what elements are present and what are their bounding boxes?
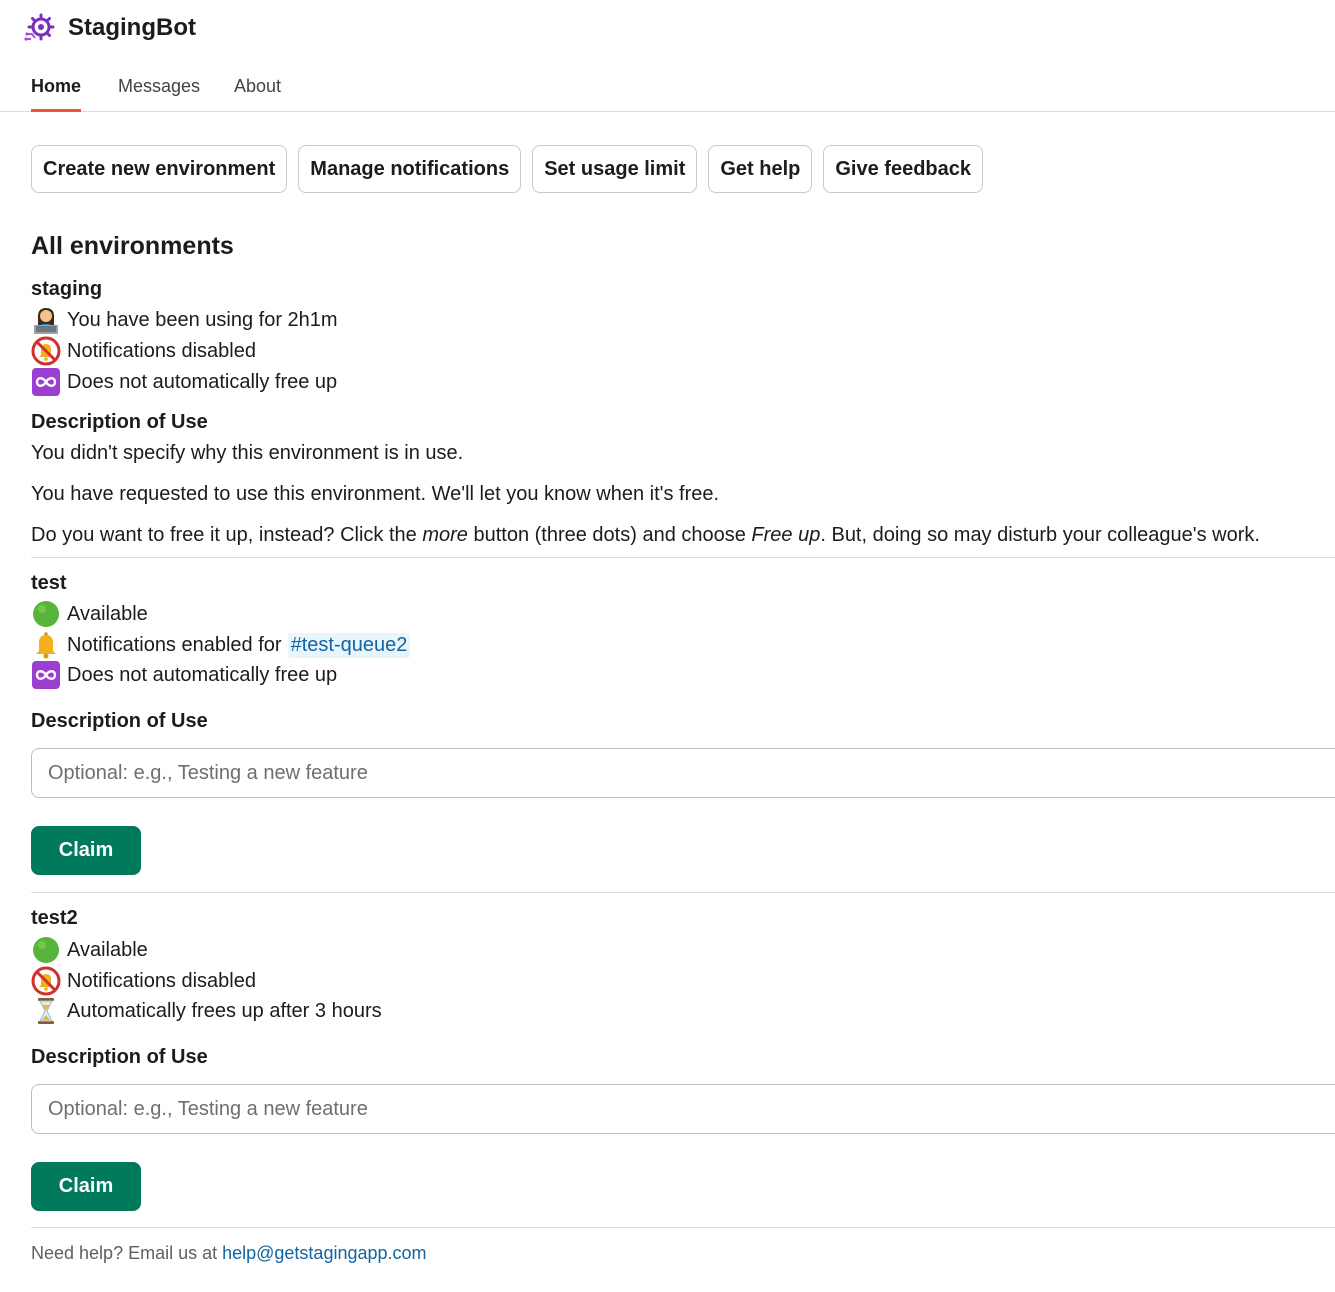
tab-bar: Home Messages About	[0, 70, 1335, 112]
status-text: Available	[67, 938, 148, 961]
status-text: Notifications disabled	[67, 339, 256, 362]
request-text: You have requested to use this environme…	[31, 483, 720, 505]
status-line: Available	[31, 935, 148, 965]
set-usage-limit-button[interactable]: Set usage limit	[532, 145, 698, 193]
status-text: Available	[67, 602, 148, 625]
create-environment-button[interactable]: Create new environment	[31, 145, 288, 193]
hourglass-icon	[31, 996, 61, 1026]
app-home-page: StagingBot Home Messages About Create ne…	[0, 0, 1335, 1292]
free-up-hint: Do you want to free it up, instead? Clic…	[31, 524, 1260, 547]
free-up-hint-text: Do you want to free it up, instead? Clic…	[31, 524, 423, 546]
more-emphasis: more	[422, 524, 468, 546]
claim-button[interactable]: Claim	[31, 826, 141, 875]
action-bar: Create new environment Manage notificati…	[31, 145, 983, 193]
environment-name: staging	[31, 278, 103, 300]
gear-bot-icon	[24, 13, 55, 41]
divider	[31, 892, 1335, 893]
free-up-hint-text: . But, doing so may disturb your colleag…	[820, 524, 1260, 546]
status-line: Automatically frees up after 3 hours	[31, 996, 382, 1026]
description-text: You didn't specify why this environment …	[31, 442, 464, 464]
support-email-link[interactable]: help@getstagingapp.com	[222, 1243, 426, 1263]
description-label: Description of Use	[31, 710, 208, 732]
status-text: Notifications disabled	[67, 969, 256, 992]
green-circle-icon	[31, 935, 61, 965]
app-title: StagingBot	[68, 14, 196, 41]
status-text: Does not automatically free up	[67, 370, 338, 393]
environment-name: test2	[31, 907, 78, 929]
infinity-icon	[31, 660, 61, 690]
bell-disabled-icon	[31, 966, 61, 996]
tab-about[interactable]: About	[234, 76, 281, 109]
give-feedback-button[interactable]: Give feedback	[823, 145, 983, 193]
claim-button[interactable]: Claim	[31, 1162, 141, 1211]
bell-disabled-icon	[31, 336, 61, 366]
person-at-laptop-icon	[31, 305, 61, 335]
status-text: Automatically frees up after 3 hours	[67, 999, 382, 1022]
divider	[31, 557, 1335, 558]
status-line: Notifications enabled for #test-queue2	[31, 630, 411, 660]
channel-link[interactable]: #test-queue2	[287, 632, 411, 658]
status-line: Does not automatically free up	[31, 660, 337, 690]
status-text: Notifications enabled for	[67, 633, 282, 656]
manage-notifications-button[interactable]: Manage notifications	[298, 145, 522, 193]
app-header: StagingBot	[24, 10, 196, 46]
description-label: Description of Use	[31, 411, 208, 433]
status-line: Notifications disabled	[31, 966, 256, 996]
free-up-hint-text: button (three dots) and choose	[467, 524, 752, 546]
bell-icon	[31, 630, 61, 660]
status-line: You have been using for 2h1m	[31, 305, 338, 335]
description-input[interactable]	[31, 748, 1335, 798]
footer-text: Need help? Email us at	[31, 1243, 223, 1263]
infinity-icon	[31, 367, 61, 397]
tab-messages[interactable]: Messages	[118, 76, 200, 109]
section-title: All environments	[31, 232, 234, 260]
status-line: Notifications disabled	[31, 336, 256, 366]
get-help-button[interactable]: Get help	[708, 145, 813, 193]
green-circle-icon	[31, 599, 61, 629]
divider	[31, 1227, 1335, 1228]
description-label: Description of Use	[31, 1046, 208, 1068]
tab-home[interactable]: Home	[31, 76, 82, 112]
status-line: Available	[31, 599, 148, 629]
status-text: Does not automatically free up	[67, 663, 338, 686]
environment-name: test	[31, 572, 67, 594]
footer: Need help? Email us at help@getstagingap…	[31, 1243, 427, 1264]
description-input[interactable]	[31, 1084, 1335, 1134]
free-up-emphasis: Free up	[751, 524, 821, 546]
status-text: You have been using for 2h1m	[67, 308, 338, 331]
status-line: Does not automatically free up	[31, 367, 337, 397]
